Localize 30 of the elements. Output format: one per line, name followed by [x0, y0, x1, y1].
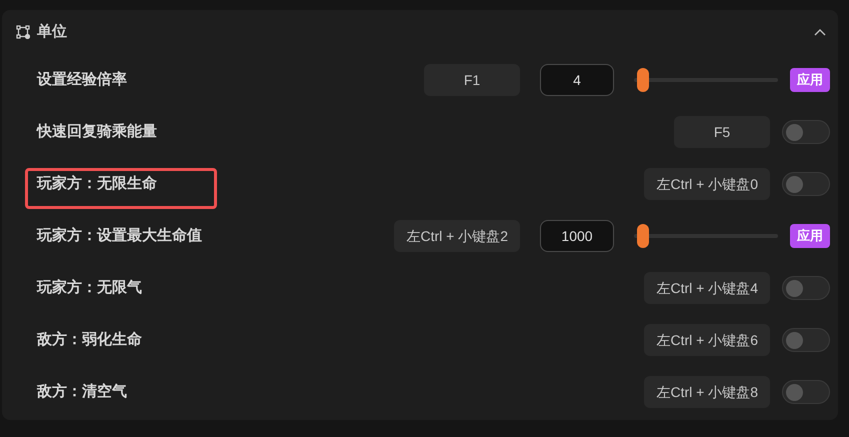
value-field[interactable]: 1000 — [540, 220, 614, 252]
value-field[interactable]: 4 — [540, 64, 614, 96]
setting-label: 敌方：清空气 — [37, 382, 127, 402]
setting-label: 快速回复骑乘能量 — [37, 122, 157, 142]
setting-label: 玩家方：无限气 — [37, 278, 142, 298]
toggle-switch[interactable] — [782, 380, 830, 404]
hotkey-button[interactable]: 左Ctrl + 小键盘0 — [644, 168, 770, 200]
slider[interactable] — [634, 224, 778, 248]
section-title: 单位 — [37, 22, 67, 42]
apply-button[interactable]: 应用 — [790, 68, 830, 92]
hotkey-button[interactable]: F5 — [674, 116, 770, 148]
toggle-switch[interactable] — [782, 276, 830, 300]
toggle-switch[interactable] — [782, 328, 830, 352]
hotkey-button[interactable]: 左Ctrl + 小键盘2 — [394, 220, 520, 252]
toggle-switch[interactable] — [782, 120, 830, 144]
toggle-switch[interactable] — [782, 172, 830, 196]
apply-button[interactable]: 应用 — [790, 224, 830, 248]
slider-thumb[interactable] — [636, 68, 649, 92]
hotkey-button[interactable]: 左Ctrl + 小键盘8 — [644, 376, 770, 408]
hotkey-button[interactable]: F1 — [424, 64, 520, 96]
chevron-icon[interactable] — [814, 28, 826, 36]
nodes-icon — [16, 25, 30, 39]
setting-label: 玩家方：设置最大生命值 — [37, 226, 202, 246]
slider-thumb[interactable] — [636, 224, 649, 248]
setting-label: 玩家方：无限生命 — [37, 174, 157, 194]
hotkey-button[interactable]: 左Ctrl + 小键盘4 — [644, 272, 770, 304]
setting-label: 敌方：弱化生命 — [37, 330, 142, 350]
setting-label: 设置经验倍率 — [37, 70, 127, 90]
slider[interactable] — [634, 68, 778, 92]
hotkey-button[interactable]: 左Ctrl + 小键盘6 — [644, 324, 770, 356]
